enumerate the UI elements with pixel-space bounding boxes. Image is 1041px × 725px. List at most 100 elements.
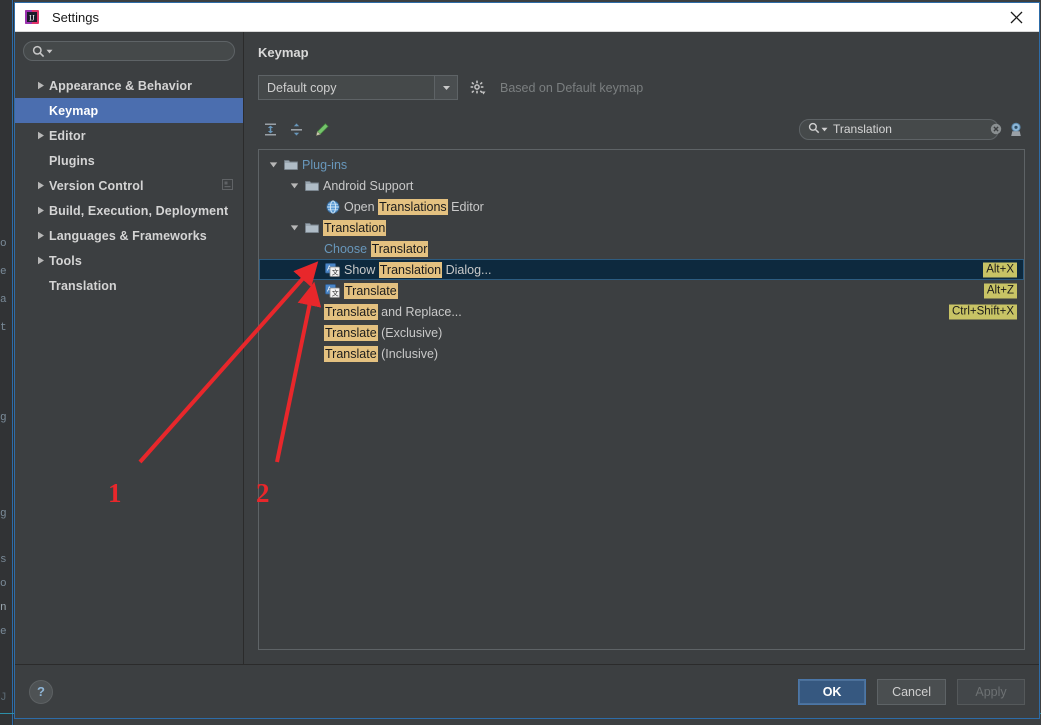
dialog-title: Settings — [52, 9, 99, 25]
search-icon — [808, 122, 820, 137]
keymap-tree-row[interactable]: Open Translations Editor — [259, 196, 1024, 217]
edit-pencil-icon[interactable] — [310, 117, 334, 141]
keymap-action-label: Show Translation Dialog... — [344, 261, 492, 278]
chevron-down-icon[interactable] — [265, 161, 282, 169]
folder-icon — [282, 158, 299, 171]
keymap-based-on-label: Based on Default keymap — [500, 80, 644, 95]
settings-dialog: IJ Settings Appearance & Behavior Keymap… — [14, 2, 1040, 719]
page-title: Keymap — [258, 45, 309, 60]
sidebar-item-label: Build, Execution, Deployment — [49, 203, 229, 218]
search-icon — [32, 45, 45, 58]
clear-x-icon[interactable] — [990, 123, 1002, 135]
chevron-right-icon[interactable] — [33, 131, 49, 140]
close-icon[interactable] — [993, 3, 1039, 32]
dialog-button-bar: ? OK Cancel Apply — [15, 664, 1039, 718]
chevron-right-icon[interactable] — [33, 256, 49, 265]
chevron-down-icon[interactable] — [286, 224, 303, 232]
keymap-toolbar — [258, 116, 1025, 142]
keymap-panel: Keymap Default copy Based on Default key… — [244, 32, 1039, 664]
keymap-action-label: Translate (Exclusive) — [324, 324, 443, 341]
sidebar-search-box[interactable] — [23, 41, 235, 61]
keymap-action-label: Translation — [323, 219, 387, 236]
keymap-shortcut-badge: Ctrl+Shift+X — [949, 304, 1017, 319]
keymap-tree-row[interactable]: Translate (Inclusive) — [259, 343, 1024, 364]
chevron-right-icon[interactable] — [33, 206, 49, 215]
chevron-right-icon[interactable] — [33, 231, 49, 240]
folder-icon — [303, 221, 320, 234]
sidebar-item-label: Plugins — [49, 153, 95, 168]
keymap-tree-row[interactable]: A 文 Show Translation Dialog... Alt+X — [259, 259, 1024, 280]
sidebar-item-version-control[interactable]: Version Control — [15, 173, 243, 198]
keymap-shortcut-badge: Alt+X — [983, 262, 1017, 277]
keymap-tree-row[interactable]: Plug-ins — [259, 154, 1024, 175]
ok-button[interactable]: OK — [798, 678, 867, 705]
project-scope-icon — [222, 178, 233, 193]
chevron-down-icon[interactable] — [434, 76, 457, 99]
editor-left-rule — [12, 0, 13, 725]
sidebar-item-label: Editor — [49, 128, 86, 143]
filter-by-shortcut-icon[interactable] — [1008, 121, 1025, 138]
keymap-action-label: Translate (Inclusive) — [324, 345, 439, 362]
keymap-search-box[interactable] — [799, 118, 1002, 140]
sidebar-item-build-execution-deployment[interactable]: Build, Execution, Deployment — [15, 198, 243, 223]
keymap-tree-row[interactable]: Translate (Exclusive) — [259, 322, 1024, 343]
keymap-action-label: Android Support — [323, 178, 414, 193]
chevron-right-icon[interactable] — [33, 181, 49, 190]
content-bottom-pad — [244, 650, 1039, 664]
keymap-shortcut-badge: Alt+Z — [983, 283, 1017, 298]
dialog-titlebar: IJ Settings — [15, 3, 1039, 32]
chevron-right-icon[interactable] — [33, 81, 49, 90]
cancel-button[interactable]: Cancel — [877, 678, 946, 705]
keymap-tree-list: Plug-ins Android Support Open Translations… — [259, 150, 1024, 364]
keymap-scheme-select[interactable]: Default copy — [258, 75, 458, 100]
sidebar-item-translation[interactable]: Translation — [15, 273, 243, 298]
search-dropdown-icon[interactable] — [821, 122, 828, 136]
sidebar-item-label: Appearance & Behavior — [49, 78, 193, 93]
sidebar-item-keymap[interactable]: Keymap — [15, 98, 243, 123]
gear-icon[interactable] — [470, 80, 486, 96]
keymap-action-label: Choose Translator — [324, 240, 429, 257]
apply-button[interactable]: Apply — [957, 678, 1025, 705]
keymap-tree-row[interactable]: Translate and Replace... Ctrl+Shift+X — [259, 301, 1024, 322]
sidebar-item-label: Translation — [49, 278, 117, 293]
sidebar-item-label: Languages & Frameworks — [49, 228, 207, 243]
sidebar-item-tools[interactable]: Tools — [15, 248, 243, 273]
keymap-tree-row[interactable]: Choose Translator — [259, 238, 1024, 259]
svg-text:IJ: IJ — [29, 14, 35, 23]
keymap-panel-inner: Keymap Default copy Based on Default key… — [244, 32, 1039, 650]
translate-action-icon: A文 — [324, 262, 341, 277]
keymap-action-label: Plug-ins — [302, 157, 348, 172]
keymap-tree-row[interactable]: Translation — [259, 217, 1024, 238]
sidebar-item-appearance-behavior[interactable]: Appearance & Behavior — [15, 73, 243, 98]
keymap-action-label: Translate and Replace... — [324, 303, 462, 320]
settings-nav-list: Appearance & Behavior Keymap Editor Plugins… — [15, 73, 243, 298]
globe-icon — [324, 199, 341, 214]
keymap-action-label: Translate — [344, 282, 398, 299]
folder-icon — [303, 179, 320, 192]
sidebar-item-editor[interactable]: Editor — [15, 123, 243, 148]
sidebar-item-label: Version Control — [49, 178, 144, 193]
keymap-scheme-row: Default copy Based on Default keymap — [258, 75, 1025, 100]
keymap-tree[interactable]: Plug-ins Android Support Open Translations… — [258, 149, 1025, 650]
keymap-search-input[interactable] — [831, 121, 990, 137]
chevron-down-icon[interactable] — [286, 182, 303, 190]
collapse-all-icon[interactable] — [284, 117, 308, 141]
sidebar-item-label: Tools — [49, 253, 82, 268]
keymap-scheme-value: Default copy — [267, 80, 337, 95]
keymap-tree-row[interactable]: A 文 Translate Alt+Z — [259, 280, 1024, 301]
help-question-icon[interactable]: ? — [29, 679, 53, 704]
expand-all-icon[interactable] — [258, 117, 282, 141]
svg-text:文: 文 — [332, 288, 339, 297]
sidebar-item-label: Keymap — [49, 103, 99, 118]
sidebar-item-plugins[interactable]: Plugins — [15, 148, 243, 173]
keymap-action-label: Open Translations Editor — [344, 198, 484, 215]
intellij-settings-icon: IJ — [24, 9, 40, 25]
sidebar-item-languages-frameworks[interactable]: Languages & Frameworks — [15, 223, 243, 248]
translate-action-icon: A文 — [324, 283, 341, 298]
settings-sidebar: Appearance & Behavior Keymap Editor Plugins… — [15, 32, 244, 664]
search-dropdown-icon[interactable] — [46, 44, 53, 58]
svg-text:文: 文 — [332, 267, 339, 276]
keymap-tree-row[interactable]: Android Support — [259, 175, 1024, 196]
sidebar-search-input[interactable] — [57, 43, 226, 59]
dialog-body: Appearance & Behavior Keymap Editor Plugins… — [15, 32, 1039, 664]
